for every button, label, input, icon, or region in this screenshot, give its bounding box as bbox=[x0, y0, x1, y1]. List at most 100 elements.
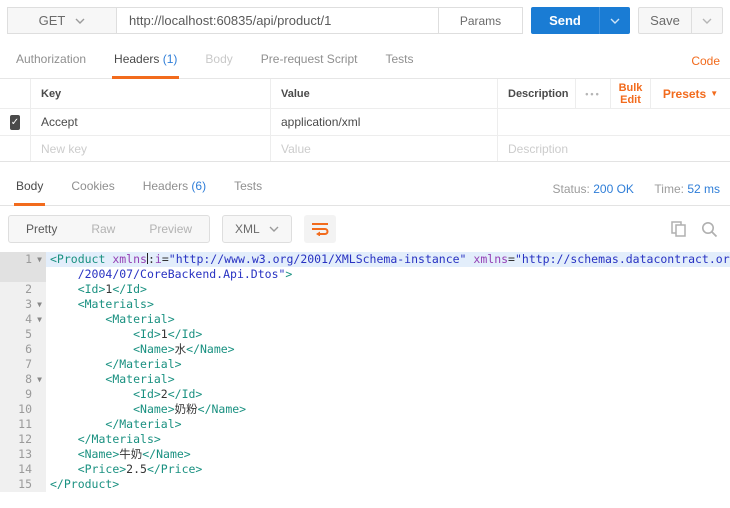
line-number-gutter: 14 bbox=[0, 462, 46, 477]
line-number-gutter: 4 ▼ bbox=[0, 312, 46, 327]
line-number: 10 bbox=[18, 402, 32, 416]
time-value: 52 ms bbox=[687, 182, 720, 196]
new-value-cell[interactable] bbox=[270, 136, 497, 161]
tab-body[interactable]: Body bbox=[191, 52, 246, 78]
fold-arrow-icon[interactable]: ▼ bbox=[34, 312, 42, 327]
code-token: </Id> bbox=[167, 387, 203, 401]
new-description-cell[interactable] bbox=[497, 136, 730, 161]
code-row: 1 ▼ <Product xmlns:i="http://www.w3.org/20… bbox=[0, 252, 730, 267]
response-tab-headers[interactable]: Headers (6) bbox=[129, 179, 220, 205]
code-row: 2 <Id>1</Id> bbox=[0, 282, 730, 297]
code-line: </Material> bbox=[46, 357, 730, 372]
presets-button[interactable]: Presets ▼ bbox=[650, 79, 730, 108]
view-mode-raw[interactable]: Raw bbox=[74, 222, 132, 236]
fold-arrow-icon[interactable]: ▼ bbox=[34, 372, 42, 387]
response-body-code: 1 ▼ <Product xmlns:i="http://www.w3.org/20… bbox=[0, 252, 730, 492]
tab-count: (1) bbox=[162, 52, 178, 66]
send-split-button: Send bbox=[531, 7, 630, 34]
section-divider bbox=[0, 162, 730, 173]
code-token: <Name> bbox=[133, 342, 175, 356]
description-cell[interactable] bbox=[497, 109, 730, 135]
line-number: 9 bbox=[25, 387, 32, 401]
language-select[interactable]: XML bbox=[222, 215, 292, 243]
send-label: Send bbox=[549, 13, 581, 28]
code-token: <Name> bbox=[77, 447, 120, 461]
tab-headers[interactable]: Headers (1) bbox=[100, 52, 191, 79]
line-number-gutter: 2 bbox=[0, 282, 46, 297]
response-tab-cookies[interactable]: Cookies bbox=[57, 179, 128, 205]
view-mode-preview[interactable]: Preview bbox=[132, 222, 209, 236]
code-token: <Id> bbox=[77, 282, 106, 296]
save-dropdown-button[interactable] bbox=[691, 8, 722, 33]
code-line: </Material> bbox=[46, 417, 730, 432]
search-button[interactable] bbox=[701, 221, 718, 238]
code-token: </Id> bbox=[112, 282, 147, 296]
fold-arrow-icon[interactable]: ▼ bbox=[34, 297, 42, 312]
line-number-gutter bbox=[0, 267, 46, 282]
code-line: <Id>2</Id> bbox=[46, 387, 730, 402]
fold-arrow-icon[interactable]: ▼ bbox=[34, 252, 42, 267]
send-button[interactable]: Send bbox=[531, 7, 599, 34]
tab-authorization[interactable]: Authorization bbox=[2, 52, 100, 78]
new-key-cell[interactable] bbox=[30, 136, 270, 161]
key-cell[interactable]: Accept bbox=[30, 109, 270, 135]
params-label: Params bbox=[459, 13, 502, 28]
new-value-input[interactable] bbox=[281, 141, 487, 156]
more-options-button[interactable]: ••• bbox=[575, 79, 610, 108]
code-token: </Name> bbox=[197, 402, 247, 416]
status-value: 200 OK bbox=[593, 182, 634, 196]
new-description-input[interactable] bbox=[508, 141, 720, 156]
tab-tests[interactable]: Tests bbox=[371, 52, 427, 78]
code-token: </Product> bbox=[50, 477, 120, 491]
code-link[interactable]: Code bbox=[691, 54, 720, 68]
save-button[interactable]: Save bbox=[639, 8, 691, 33]
view-mode-pretty[interactable]: Pretty bbox=[9, 222, 74, 236]
method-select[interactable]: GET bbox=[7, 7, 117, 34]
send-dropdown-button[interactable] bbox=[599, 7, 630, 34]
line-number-gutter: 5 bbox=[0, 327, 46, 342]
code-row: 14 <Price>2.5</Price> bbox=[0, 462, 730, 477]
code-line: <Material> bbox=[46, 312, 730, 327]
code-token: = bbox=[161, 252, 169, 266]
code-token: 2 bbox=[160, 387, 168, 401]
tab-pre-request-script[interactable]: Pre-request Script bbox=[247, 52, 372, 78]
method-label: GET bbox=[38, 13, 66, 28]
line-number: 7 bbox=[25, 357, 32, 371]
params-button[interactable]: Params bbox=[439, 7, 523, 34]
code-token: 水 bbox=[174, 342, 187, 356]
code-token: 1 bbox=[160, 327, 168, 341]
code-token: </Price> bbox=[146, 462, 203, 476]
code-token: <Name> bbox=[133, 402, 175, 416]
line-number: 15 bbox=[18, 477, 32, 491]
new-key-input[interactable] bbox=[41, 141, 260, 156]
code-token: <Product bbox=[50, 252, 106, 266]
copy-button[interactable] bbox=[671, 221, 687, 237]
response-tab-tests[interactable]: Tests bbox=[220, 179, 276, 205]
response-toolbar: Pretty Raw Preview XML bbox=[0, 206, 730, 252]
wrap-text-button[interactable] bbox=[303, 215, 336, 243]
response-tools bbox=[671, 221, 718, 238]
key-column-header: Key bbox=[30, 79, 270, 108]
headers-table-body: ✓ Accept application/xml bbox=[0, 109, 730, 136]
code-row: 9 <Id>2</Id> bbox=[0, 387, 730, 402]
header-row: ✓ Accept application/xml bbox=[0, 109, 730, 136]
response-tab-body[interactable]: Body bbox=[2, 179, 57, 206]
code-token: xmlns bbox=[112, 252, 147, 266]
header-enabled-checkbox[interactable]: ✓ bbox=[10, 114, 20, 130]
line-number: 14 bbox=[18, 462, 32, 476]
bulk-edit-button[interactable]: Bulk Edit bbox=[610, 79, 650, 108]
copy-icon bbox=[671, 221, 686, 237]
url-input[interactable] bbox=[117, 7, 439, 34]
code-token: <Material> bbox=[105, 372, 175, 386]
value-cell[interactable]: application/xml bbox=[270, 109, 497, 135]
headers-table-header-row: Key Value Description ••• Bulk Edit Prese… bbox=[0, 79, 730, 109]
line-number: 11 bbox=[18, 417, 32, 431]
code-line: </Product> bbox=[46, 477, 730, 492]
line-number-gutter: 1 ▼ bbox=[0, 252, 46, 267]
